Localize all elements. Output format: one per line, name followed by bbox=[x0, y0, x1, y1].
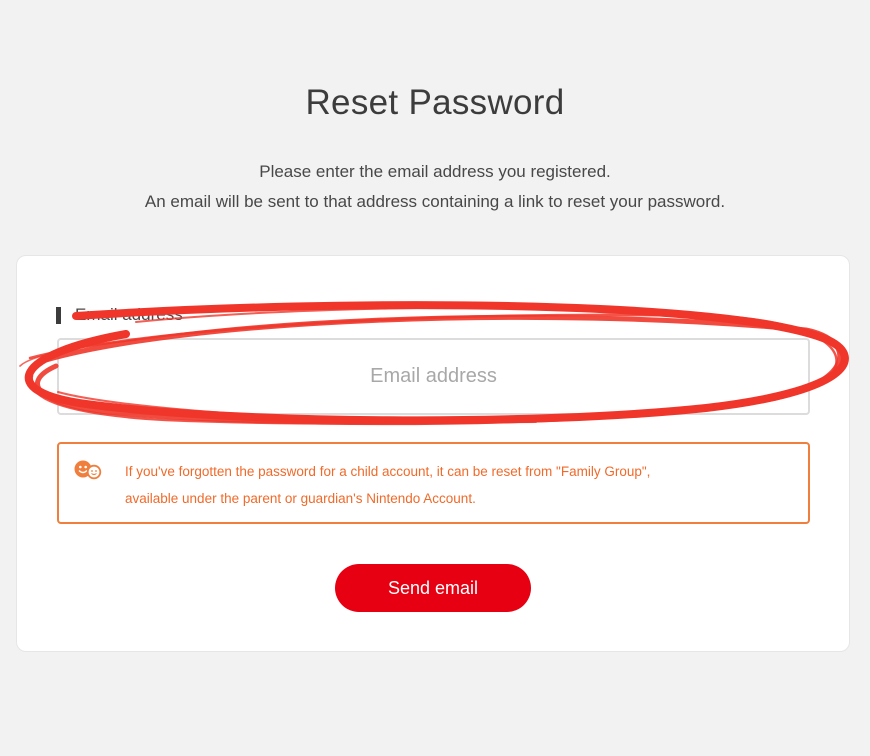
email-label: Email address bbox=[56, 305, 183, 325]
page-title: Reset Password bbox=[305, 83, 565, 122]
notice-text: If you've forgotten the password for a c… bbox=[125, 458, 785, 512]
email-label-text: Email address bbox=[75, 305, 183, 324]
notice-line-2: available under the parent or guardian's… bbox=[125, 491, 476, 506]
send-email-button[interactable]: Send email bbox=[335, 564, 531, 612]
label-marker bbox=[56, 306, 61, 324]
instruction-line-1: Please enter the email address you regis… bbox=[259, 162, 611, 181]
reset-password-page: Reset Password Please enter the email ad… bbox=[0, 0, 870, 756]
reset-form-card: Email address If you've forgotten the pa… bbox=[16, 255, 850, 652]
child-account-notice: If you've forgotten the password for a c… bbox=[57, 442, 810, 524]
notice-line-1: If you've forgotten the password for a c… bbox=[125, 464, 651, 479]
instructions: Please enter the email address you regis… bbox=[0, 157, 870, 217]
instruction-line-2: An email will be sent to that address co… bbox=[144, 192, 726, 211]
email-input[interactable] bbox=[57, 338, 810, 415]
family-group-icon bbox=[74, 460, 102, 480]
